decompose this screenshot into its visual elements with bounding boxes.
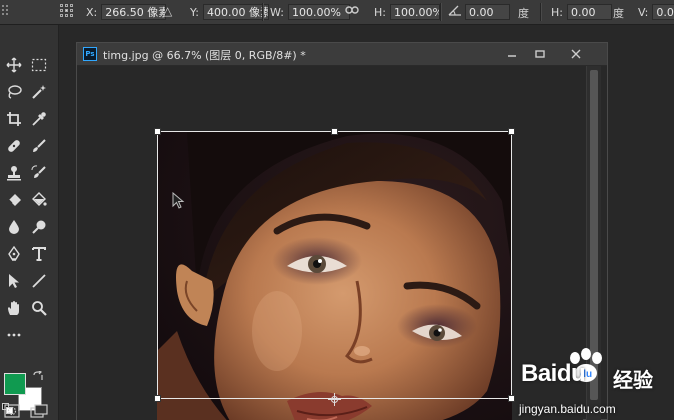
- baidu-logo-text: Baidu: [521, 360, 586, 387]
- angle-unit: 度: [518, 7, 529, 20]
- history-brush-icon[interactable]: [27, 161, 51, 185]
- blur-tool-icon[interactable]: [2, 215, 26, 239]
- screen-mode-icon[interactable]: [30, 403, 48, 420]
- width-group: W: 100.00%: [270, 0, 350, 24]
- dodge-tool-icon[interactable]: [27, 215, 51, 239]
- angle-icon: [448, 4, 462, 19]
- x-label: X:: [86, 5, 98, 19]
- angle-group: 0.00: [465, 0, 510, 24]
- watermark-url: jingyan.baidu.com: [519, 402, 616, 416]
- eyedropper-icon[interactable]: [27, 107, 51, 131]
- transform-handle-bottom-right[interactable]: [508, 395, 515, 402]
- baidu-jingyan-watermark: du Baidu 经验 jingyan.baidu.com: [515, 346, 674, 420]
- options-bar-grip-icon[interactable]: [0, 3, 12, 19]
- transform-bounding-box: [157, 131, 512, 399]
- y-label: Y:: [190, 5, 199, 19]
- type-tool-icon[interactable]: [27, 242, 51, 266]
- x-position-group: X: 266.50 像素: [86, 0, 167, 24]
- options-bar: X: 266.50 像素 △ Y: 400.00 像素 W: 100.00% H…: [0, 0, 674, 25]
- photoshop-window: X: 266.50 像素 △ Y: 400.00 像素 W: 100.00% H…: [0, 0, 674, 420]
- zoom-tool-icon[interactable]: [27, 296, 51, 320]
- pen-tool-icon[interactable]: [2, 242, 26, 266]
- x-position-field[interactable]: 266.50 像素: [101, 4, 167, 20]
- canvas-area[interactable]: [77, 66, 583, 420]
- document-tab[interactable]: Ps timg.jpg @ 66.7% (图层 0, RGB/8#) *: [77, 43, 607, 66]
- v-skew-group: V: 0.00: [638, 0, 674, 24]
- transform-handle-bottom-left[interactable]: [154, 395, 161, 402]
- paint-bucket-icon[interactable]: [27, 188, 51, 212]
- swap-colors-icon[interactable]: [32, 368, 44, 387]
- hand-tool-icon[interactable]: [2, 296, 26, 320]
- height-field[interactable]: 100.00%: [389, 4, 440, 20]
- minimize-icon[interactable]: [501, 45, 523, 63]
- eraser-icon[interactable]: [2, 188, 26, 212]
- y-position-group: Y: 400.00 像素: [190, 0, 269, 24]
- delta-icon[interactable]: △: [163, 4, 172, 18]
- transform-handle-top-left[interactable]: [154, 128, 161, 135]
- v-skew-label: V:: [638, 5, 649, 19]
- maximize-icon[interactable]: [529, 45, 551, 63]
- brush-tool-icon[interactable]: [27, 134, 51, 158]
- crop-tool-icon[interactable]: [2, 107, 26, 131]
- mouse-cursor-icon: [172, 191, 186, 214]
- close-icon[interactable]: [565, 45, 587, 63]
- toolbox: [0, 25, 59, 420]
- move-tool-icon[interactable]: [2, 53, 26, 77]
- lasso-tool-icon[interactable]: [2, 80, 26, 104]
- reference-point-crosshair-icon[interactable]: [328, 391, 341, 410]
- y-position-field[interactable]: 400.00 像素: [202, 4, 269, 20]
- foreground-color-swatch[interactable]: [4, 373, 26, 395]
- more-tools-icon[interactable]: [2, 323, 26, 347]
- magic-wand-icon[interactable]: [27, 80, 51, 104]
- v-skew-field[interactable]: 0.00: [652, 4, 674, 20]
- transform-handle-top-right[interactable]: [508, 128, 515, 135]
- h-skew-group: H: 0.00: [551, 0, 612, 24]
- h-skew-label: H:: [551, 5, 563, 19]
- path-selection-icon[interactable]: [2, 269, 26, 293]
- width-field[interactable]: 100.00%: [287, 4, 350, 20]
- document-title: timg.jpg @ 66.7% (图层 0, RGB/8#) *: [103, 49, 306, 62]
- h-skew-unit: 度: [613, 7, 624, 20]
- healing-brush-icon[interactable]: [2, 134, 26, 158]
- h-label: H:: [374, 5, 386, 19]
- quick-mask-icon[interactable]: [4, 403, 20, 420]
- transform-handle-top-center[interactable]: [331, 128, 338, 135]
- height-group: H: 100.00%: [374, 0, 440, 24]
- h-skew-field[interactable]: 0.00: [566, 4, 612, 20]
- w-label: W:: [270, 5, 284, 19]
- marquee-tool-icon[interactable]: [27, 53, 51, 77]
- angle-field[interactable]: 0.00: [465, 4, 510, 20]
- reference-point-icon[interactable]: [60, 4, 74, 18]
- line-tool-icon[interactable]: [27, 269, 51, 293]
- link-icon[interactable]: [345, 4, 359, 19]
- jingyan-text: 经验: [613, 368, 653, 392]
- clone-stamp-icon[interactable]: [2, 161, 26, 185]
- photoshop-logo-icon: Ps: [83, 47, 97, 61]
